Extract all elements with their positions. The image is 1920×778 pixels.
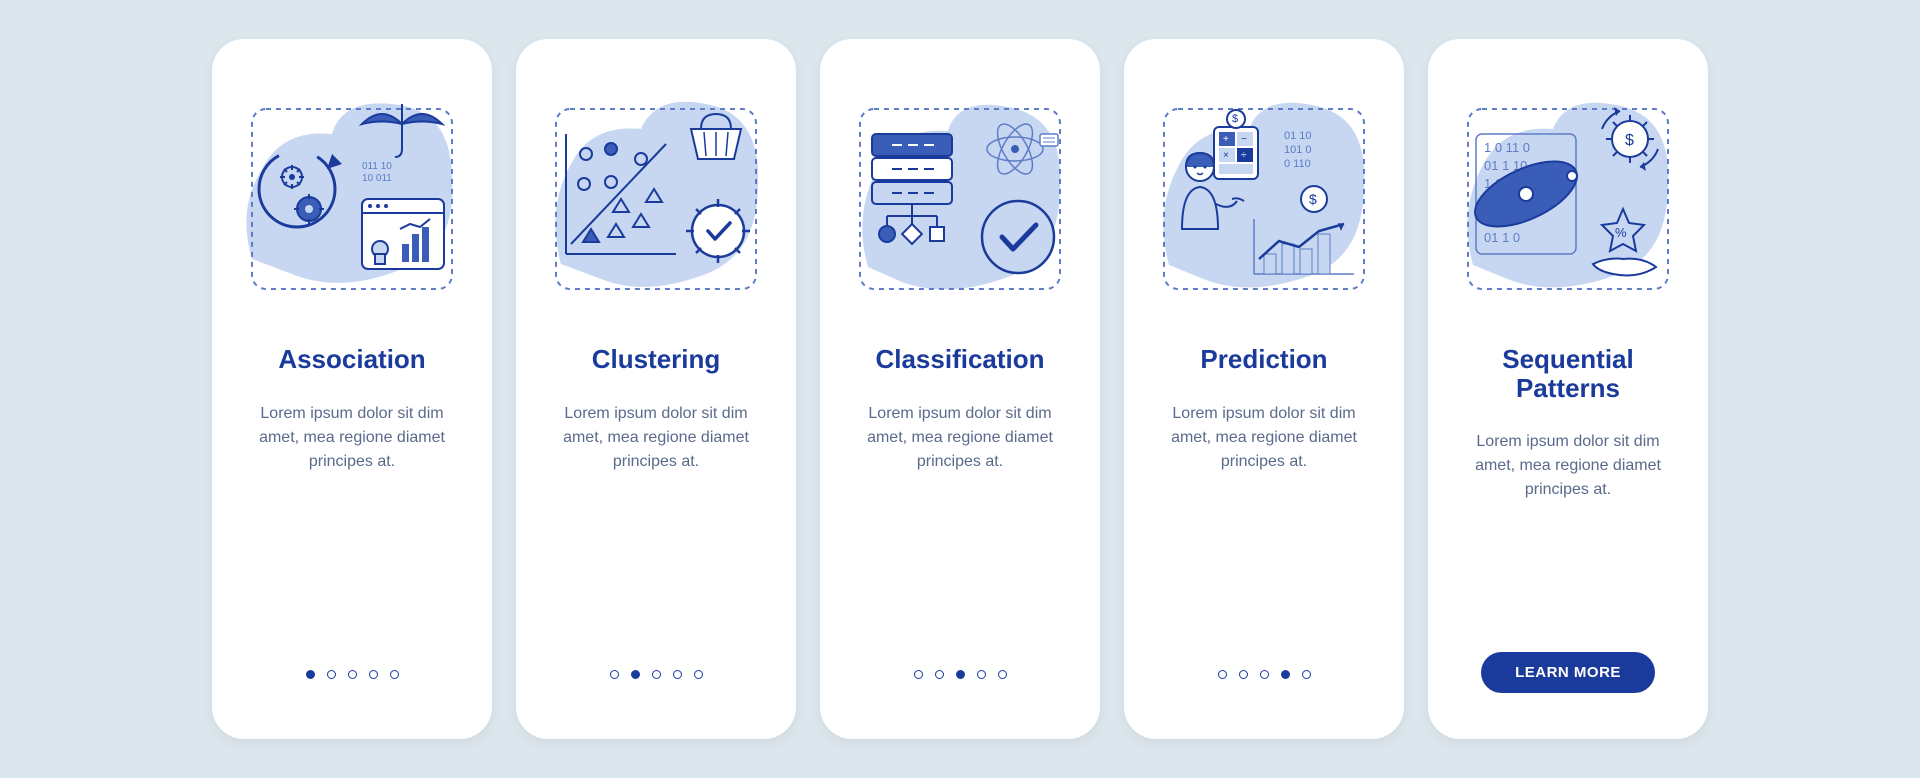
dot-1[interactable] bbox=[306, 670, 315, 679]
dot-3[interactable] bbox=[348, 670, 357, 679]
svg-text:01 10: 01 10 bbox=[1284, 130, 1312, 142]
dot-2[interactable] bbox=[327, 670, 336, 679]
dot-4[interactable] bbox=[1281, 670, 1290, 679]
svg-text:0 110: 0 110 bbox=[1284, 158, 1311, 170]
svg-text:×: × bbox=[1223, 150, 1229, 161]
svg-text:10 011: 10 011 bbox=[362, 173, 392, 184]
pagination-dots bbox=[914, 670, 1007, 679]
learn-more-button[interactable]: LEARN MORE bbox=[1481, 652, 1655, 693]
svg-text:+: + bbox=[1223, 134, 1229, 145]
dot-1[interactable] bbox=[610, 670, 619, 679]
card-title: Classification bbox=[875, 345, 1044, 374]
dot-3[interactable] bbox=[956, 670, 965, 679]
onboarding-card-association: 011 10 10 011 Association Lorem ipsum do… bbox=[212, 39, 492, 739]
onboarding-card-sequential-patterns: 1 0 11 0 01 1 10 1 10 01 0 1 011 110 10 … bbox=[1428, 39, 1708, 739]
dot-3[interactable] bbox=[652, 670, 661, 679]
card-description: Lorem ipsum dolor sit dim amet, mea regi… bbox=[1452, 430, 1684, 502]
svg-text:$: $ bbox=[1309, 191, 1317, 207]
dot-5[interactable] bbox=[390, 670, 399, 679]
svg-text:÷: ÷ bbox=[1241, 150, 1247, 161]
classification-illustration bbox=[850, 79, 1070, 309]
dot-5[interactable] bbox=[998, 670, 1007, 679]
card-description: Lorem ipsum dolor sit dim amet, mea regi… bbox=[540, 402, 772, 474]
svg-text:%: % bbox=[1615, 225, 1627, 240]
dot-5[interactable] bbox=[694, 670, 703, 679]
card-title: Prediction bbox=[1200, 345, 1327, 374]
card-title: Sequential Patterns bbox=[1452, 345, 1684, 402]
clustering-illustration bbox=[546, 79, 766, 309]
prediction-illustration: + − × ÷ $ 01 10 101 0 0 110 $ bbox=[1154, 79, 1374, 309]
pagination-dots bbox=[306, 670, 399, 679]
dot-4[interactable] bbox=[977, 670, 986, 679]
card-title: Association bbox=[278, 345, 425, 374]
pagination-dots bbox=[1218, 670, 1311, 679]
dot-2[interactable] bbox=[631, 670, 640, 679]
dot-5[interactable] bbox=[1302, 670, 1311, 679]
card-description: Lorem ipsum dolor sit dim amet, mea regi… bbox=[844, 402, 1076, 474]
dot-1[interactable] bbox=[1218, 670, 1227, 679]
svg-text:011 10: 011 10 bbox=[362, 161, 392, 172]
dot-1[interactable] bbox=[914, 670, 923, 679]
onboarding-card-prediction: + − × ÷ $ 01 10 101 0 0 110 $ bbox=[1124, 39, 1404, 739]
card-title: Clustering bbox=[592, 345, 721, 374]
svg-text:01 1 0: 01 1 0 bbox=[1484, 230, 1520, 245]
sequential-patterns-illustration: 1 0 11 0 01 1 10 1 10 01 0 1 011 110 10 … bbox=[1458, 79, 1678, 309]
dot-2[interactable] bbox=[1239, 670, 1248, 679]
dot-4[interactable] bbox=[369, 670, 378, 679]
association-illustration: 011 10 10 011 bbox=[242, 79, 462, 309]
svg-text:1 0 11 0: 1 0 11 0 bbox=[1484, 140, 1530, 155]
dot-4[interactable] bbox=[673, 670, 682, 679]
svg-text:$: $ bbox=[1232, 113, 1238, 125]
svg-text:101 0: 101 0 bbox=[1284, 144, 1312, 156]
svg-text:$: $ bbox=[1625, 132, 1634, 149]
onboarding-card-clustering: Clustering Lorem ipsum dolor sit dim ame… bbox=[516, 39, 796, 739]
onboarding-card-classification: Classification Lorem ipsum dolor sit dim… bbox=[820, 39, 1100, 739]
dot-2[interactable] bbox=[935, 670, 944, 679]
dot-3[interactable] bbox=[1260, 670, 1269, 679]
card-description: Lorem ipsum dolor sit dim amet, mea regi… bbox=[1148, 402, 1380, 474]
svg-text:−: − bbox=[1241, 134, 1247, 145]
card-description: Lorem ipsum dolor sit dim amet, mea regi… bbox=[236, 402, 468, 474]
pagination-dots bbox=[610, 670, 703, 679]
